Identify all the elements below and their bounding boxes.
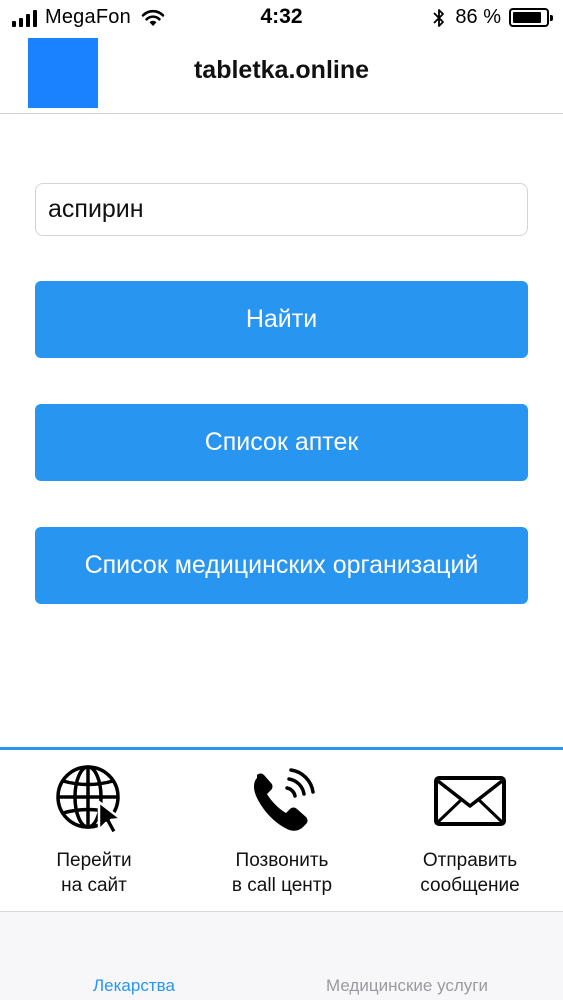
go-to-site-line2: на сайт xyxy=(61,875,127,896)
go-to-site-label: Перейти на сайт xyxy=(0,848,188,898)
globe-cursor-icon xyxy=(56,765,123,834)
battery-icon xyxy=(509,8,553,27)
envelope-icon xyxy=(434,776,506,826)
page-title: tabletka.online xyxy=(193,56,370,84)
search-input[interactable] xyxy=(35,183,528,236)
battery-percent: 86 % xyxy=(455,6,501,28)
go-to-site-line1: Перейти xyxy=(56,850,132,871)
phone-icon xyxy=(254,768,315,831)
go-to-site-button[interactable]: Перейти на сайт xyxy=(0,764,188,898)
send-message-line2: сообщение xyxy=(420,875,520,896)
tab-medical-services[interactable]: Медицинские услуги xyxy=(326,976,488,996)
tab-bar: Лекарства Медицинские услуги xyxy=(0,912,563,1000)
battery-fill xyxy=(513,12,541,23)
call-center-line2: в call центр xyxy=(231,875,333,896)
battery-cap xyxy=(550,15,553,21)
find-button[interactable]: Найти xyxy=(35,281,528,358)
contact-panel: Перейти на сайт Позвонить в call центр О… xyxy=(0,747,563,912)
send-message-button[interactable]: Отправить сообщение xyxy=(376,764,563,898)
send-message-label: Отправить сообщение xyxy=(376,848,563,898)
pharmacy-list-button[interactable]: Список аптек xyxy=(35,404,528,481)
status-bar: MegaFon 4:32 86 % xyxy=(0,0,563,36)
app-header: tabletka.online xyxy=(0,36,563,114)
call-center-label: Позвонить в call центр xyxy=(188,848,376,898)
bluetooth-icon xyxy=(433,8,445,27)
medical-orgs-list-button[interactable]: Список медицинских организаций xyxy=(35,527,528,604)
call-center-line1: Позвонить xyxy=(235,850,329,871)
send-message-line1: Отправить xyxy=(422,850,518,871)
tab-medicines[interactable]: Лекарства xyxy=(93,976,175,996)
status-right: 86 % xyxy=(433,6,553,29)
call-center-button[interactable]: Позвонить в call центр xyxy=(188,764,376,898)
